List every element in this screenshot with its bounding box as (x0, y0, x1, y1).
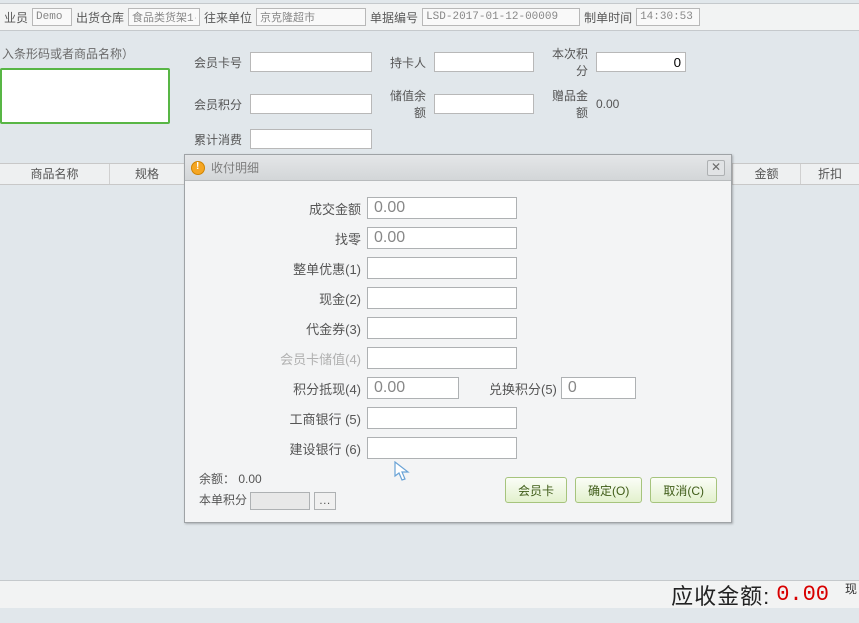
exchange-points-input[interactable] (561, 377, 636, 399)
ccb-input[interactable] (367, 437, 517, 459)
bottom-bar: 应收金额: 0.00 现 (0, 580, 859, 608)
side-text-1: 现 (845, 583, 857, 595)
salesperson-label: 业员 (4, 9, 28, 26)
member-card-button[interactable]: 会员卡 (505, 477, 567, 503)
warning-icon (191, 161, 205, 175)
holder-label: 持卡人 (380, 54, 426, 71)
points-cash-label: 积分抵现(4) (199, 379, 367, 398)
docno-input[interactable] (422, 8, 580, 26)
barcode-hint: 入条形码或者商品名称） (0, 41, 182, 68)
payment-detail-dialog: 收付明细 ✕ 成交金额 找零 整单优惠(1) 现金(2) 代金券(3) 会员卡储… (184, 154, 732, 523)
cancel-button[interactable]: 取消(C) (650, 477, 717, 503)
partner-input[interactable] (256, 8, 366, 26)
th-amount: 金额 (733, 164, 801, 184)
this-points-input[interactable] (596, 52, 686, 72)
balance-value: 0.00 (238, 472, 261, 486)
holder-input[interactable] (434, 52, 534, 72)
member-cardno-label: 会员卡号 (190, 54, 242, 71)
maketime-label: 制单时间 (584, 9, 632, 26)
member-points-input[interactable] (250, 94, 372, 114)
due-amount-label: 应收金额: (671, 579, 770, 611)
order-points-input[interactable] (250, 492, 310, 510)
change-label: 找零 (199, 229, 367, 248)
partner-label: 往来单位 (204, 9, 252, 26)
th-discount: 折扣 (801, 164, 859, 184)
order-points-label: 本单积分 (199, 493, 247, 507)
docno-label: 单据编号 (370, 9, 418, 26)
exchange-points-label: 兑换积分(5) (459, 379, 561, 398)
dialog-titlebar[interactable]: 收付明细 ✕ (185, 155, 731, 181)
points-cash-input[interactable] (367, 377, 459, 399)
ccb-label: 建设银行 (6) (199, 439, 367, 458)
due-amount-value: 0.00 (776, 582, 829, 607)
balance-label: 余额： (199, 472, 235, 486)
gift-amount-label: 赠品金额 (542, 87, 588, 121)
icbc-label: 工商银行 (5) (199, 409, 367, 428)
th-name: 商品名称 (0, 164, 110, 184)
whole-discount-input[interactable] (367, 257, 517, 279)
warehouse-label: 出货仓库 (76, 9, 124, 26)
card-stored-label: 会员卡储值(4) (199, 349, 367, 368)
warehouse-input[interactable] (128, 8, 200, 26)
icbc-input[interactable] (367, 407, 517, 429)
ok-button[interactable]: 确定(O) (575, 477, 642, 503)
cash-input[interactable] (367, 287, 517, 309)
member-cardno-input[interactable] (250, 52, 372, 72)
deal-amount-input[interactable] (367, 197, 517, 219)
stored-balance-input[interactable] (434, 94, 534, 114)
barcode-input[interactable] (0, 68, 170, 124)
stored-balance-label: 储值余额 (380, 87, 426, 121)
deal-amount-label: 成交金额 (199, 199, 367, 218)
change-input[interactable] (367, 227, 517, 249)
top-toolbar: 业员 出货仓库 往来单位 单据编号 制单时间 (0, 3, 859, 31)
card-stored-input[interactable] (367, 347, 517, 369)
th-spec: 规格 (110, 164, 185, 184)
gift-amount-value: 0.00 (596, 97, 619, 111)
cash-label: 现金(2) (199, 289, 367, 308)
total-spent-label: 累计消费 (190, 131, 242, 148)
salesperson-input[interactable] (32, 8, 72, 26)
member-points-label: 会员积分 (190, 96, 242, 113)
dialog-title-text: 收付明细 (211, 159, 259, 176)
this-points-label: 本次积分 (542, 45, 588, 79)
voucher-label: 代金券(3) (199, 319, 367, 338)
total-spent-input[interactable] (250, 129, 372, 149)
dialog-close-button[interactable]: ✕ (707, 160, 725, 176)
maketime-input[interactable] (636, 8, 700, 26)
voucher-input[interactable] (367, 317, 517, 339)
whole-discount-label: 整单优惠(1) (199, 259, 367, 278)
order-points-more-button[interactable]: … (314, 492, 336, 510)
